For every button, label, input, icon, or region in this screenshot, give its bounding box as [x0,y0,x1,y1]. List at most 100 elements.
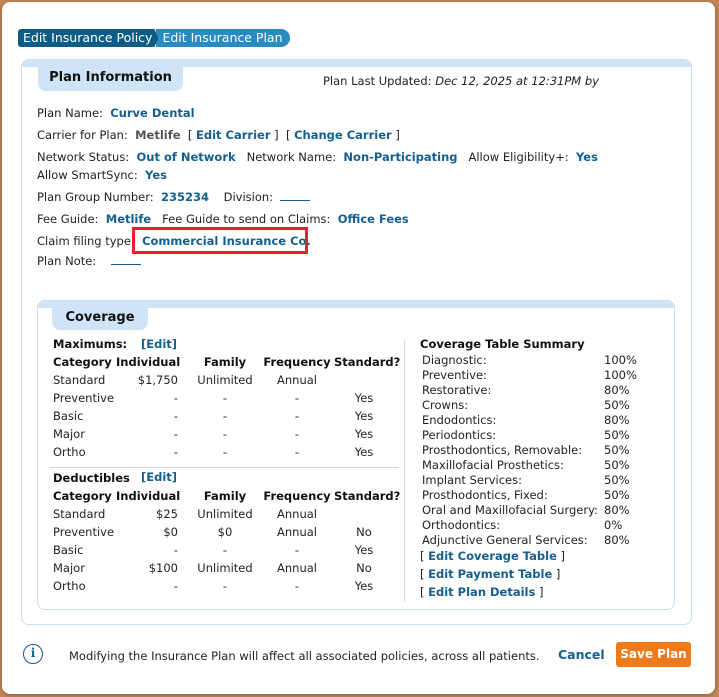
deductibles-label: Deductibles [53,471,130,485]
column-header: Standard? [334,489,401,503]
table-cell: $1,750 [137,373,178,387]
coverage-title: Coverage [52,307,148,330]
table-cell: Unlimited [197,373,253,387]
table-cell: $0 [163,525,178,539]
change-carrier-link[interactable]: Change Carrier [294,128,392,142]
tab-edit-insurance-policy[interactable]: Edit Insurance Policy [18,29,158,47]
table-cell: - [173,391,178,405]
table-cell: Yes [354,543,374,557]
network-status-value: Out of Network [136,150,236,164]
table-cell: $0 [217,525,233,539]
network-row: Network Status: Out of Network Network N… [37,150,598,164]
coverage-summary-percent: 100% [604,353,637,367]
smartsync-row: Allow SmartSync: Yes [37,168,167,182]
summary-link-row: [ Edit Payment Table ] [420,567,561,581]
allow-eligibility-label: Allow Eligibility+: [468,150,569,164]
table-cell: - [173,543,178,557]
coverage-summary-percent: 80% [604,533,630,547]
plan-name-value: Curve Dental [110,106,195,120]
plan-note-value-blank [110,255,141,265]
coverage-summary-title: Coverage Table Summary [420,337,585,351]
fee-guide-value: Metlife [105,212,152,226]
table-cell: - [222,543,228,557]
edit-carrier-link[interactable]: Edit Carrier [196,128,271,142]
coverage-summary-percent: 50% [604,398,630,412]
edit-coverage-table-link[interactable]: Edit Coverage Table [428,549,557,563]
plan-note-row: Plan Note: [37,254,141,268]
coverage-summary-category: Periodontics: [422,428,497,442]
table-cell: - [173,427,178,441]
last-updated-label: Plan Last Updated: [323,74,432,88]
group-number-value: 235234 [160,190,209,204]
plan-note-label: Plan Note: [37,254,97,268]
table-cell: - [222,579,228,593]
save-plan-button[interactable]: Save Plan [616,642,691,667]
table-cell: - [222,445,228,459]
column-header: Family [203,489,247,503]
coverage-summary-category: Maxillofacial Prosthetics: [422,458,564,472]
column-header: Individual [116,489,181,503]
group-number-label: Plan Group Number: [37,190,154,204]
summary-link-row: [ Edit Plan Details ] [420,585,544,599]
table-cell: - [294,391,300,405]
column-header: Family [203,355,247,369]
table-cell: No [356,561,372,575]
cancel-button[interactable]: Cancel [558,647,605,662]
claim-filing-highlight-box [132,227,308,254]
table-cell: $25 [156,507,178,521]
coverage-summary-category: Adjunctive General Services: [422,533,588,547]
coverage-panel: Coverage Maximums: [Edit] Category Indivi… [37,300,675,610]
allow-eligibility-value: Yes [576,150,598,164]
coverage-horizontal-divider [50,467,399,468]
coverage-vertical-divider [404,340,405,602]
maximums-label: Maximums: [53,337,128,351]
coverage-summary-category: Prosthodontics, Fixed: [422,488,548,502]
coverage-summary-category: Diagnostic: [422,353,487,367]
plan-information-title: Plan Information [38,66,183,91]
plan-name-row: Plan Name: Curve Dental [37,106,195,120]
plan-name-label: Plan Name: [37,106,103,120]
maximums-edit-link[interactable]: [Edit] [141,337,177,351]
deductibles-edit-link[interactable]: [Edit] [141,470,177,484]
division-value-blank [280,191,311,201]
column-header: Frequency [263,355,331,369]
group-number-row: Plan Group Number: 235234 Division: [37,190,311,204]
coverage-summary-percent: 80% [604,503,630,517]
table-cell: - [222,391,228,405]
network-name-label: Network Name: [246,150,337,164]
edit-payment-table-link[interactable]: Edit Payment Table [428,567,552,581]
fee-guide-label: Fee Guide: [37,212,99,226]
column-header: Frequency [263,489,331,503]
table-cell: - [222,409,228,423]
table-cell: No [356,525,372,539]
fee-guide-row: Fee Guide: Metlife Fee Guide to send on … [37,212,409,226]
table-cell: Annual [277,373,317,387]
edit-plan-details-link[interactable]: Edit Plan Details [428,585,535,599]
coverage-summary-category: Implant Services: [422,473,522,487]
coverage-summary-percent: 50% [604,488,630,502]
coverage-summary-percent: 50% [604,458,630,472]
table-cell: - [173,445,178,459]
last-updated-value: Dec 12, 2025 at 12:31PM by [435,74,599,88]
column-header: Standard? [334,355,401,369]
table-cell: Annual [277,507,317,521]
table-cell: - [222,427,228,441]
table-cell: Yes [354,445,374,459]
table-cell: - [173,579,178,593]
table-cell: Yes [354,409,374,423]
table-cell: - [173,409,178,423]
table-cell: Unlimited [197,561,253,575]
coverage-summary-category: Preventive: [422,368,487,382]
table-cell: - [294,445,300,459]
claim-filing-label: Claim filing type: [37,234,135,248]
tab-edit-insurance-plan[interactable]: Edit Insurance Plan [156,29,290,47]
fee-guide-claims-value: Office Fees [337,212,409,226]
allow-smartsync-value: Yes [145,168,167,182]
coverage-summary-percent: 50% [604,473,630,487]
table-cell: Annual [277,525,317,539]
coverage-summary-percent: 50% [604,443,630,457]
footer-message: Modifying the Insurance Plan will affect… [69,649,540,663]
network-status-label: Network Status: [37,150,130,164]
breadcrumb: Edit Insurance Policy Edit Insurance Pla… [18,29,290,47]
network-name-value: Non-Participating [343,150,458,164]
